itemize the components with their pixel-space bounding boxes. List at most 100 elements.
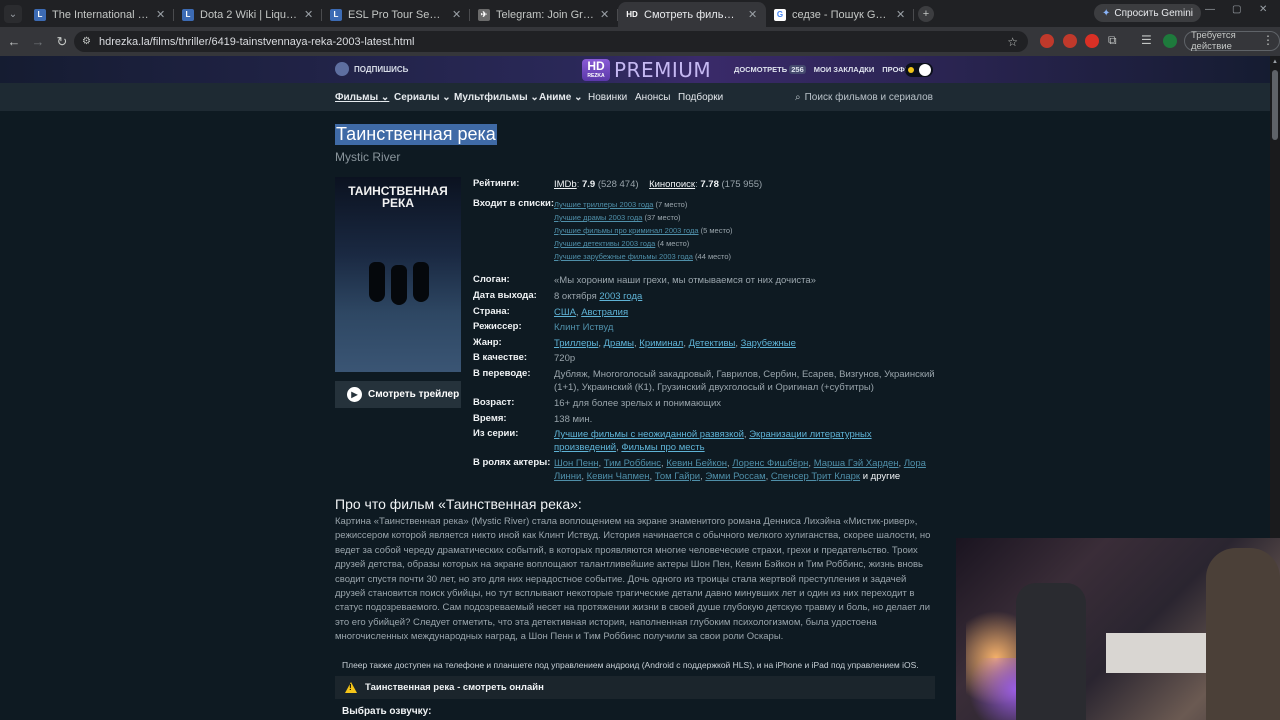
webcam-overlay [956,538,1280,720]
list-link[interactable]: Лучшие драмы 2003 года [554,213,642,222]
country-link[interactable]: Австралия [581,307,628,318]
genre-link[interactable]: Драмы [604,338,634,349]
tab-title: The International 2026 - Liquipedia [52,8,150,21]
original-title: Mystic River [335,150,401,164]
site-search[interactable]: ⌕ Поиск фильмов и сериалов [795,92,933,103]
genre-link[interactable]: Зарубежные [741,338,796,349]
site-logo[interactable]: HD REZKA PREMIUM [582,58,711,82]
subscribe-link[interactable]: ПОДПИШИСЬ [335,62,408,76]
reload-icon[interactable]: ↻ [50,34,74,50]
series-link[interactable]: Лучшие фильмы с неожиданной развязкой [554,429,744,440]
play-icon: ▶ [347,387,362,402]
list-item: Лучшие зарубежные фильмы 2003 года (44 м… [554,250,937,263]
tab-close-icon[interactable]: ✕ [896,8,906,21]
series-link[interactable]: Фильмы про месть [621,442,704,453]
release-year-link[interactable]: 2003 года [599,291,642,302]
bookmarks-link[interactable]: МОИ ЗАКЛАДКИ [814,65,875,74]
reading-list-icon[interactable]: ☰ [1141,33,1152,47]
address-bar[interactable]: ⚙ hdrezka.la/films/thriller/6419-tainstv… [74,31,1028,52]
nav-collections[interactable]: Подборки [678,92,723,103]
quality-label: В качестве: [473,352,528,363]
search-placeholder[interactable]: Поиск фильмов и сериалов [805,92,933,103]
maximize-icon[interactable]: ▢ [1232,4,1241,15]
browser-tab[interactable]: L The International 2026 - Liquipedia ✕ [26,2,174,27]
list-link[interactable]: Лучшие детективы 2003 года [554,239,655,248]
tab-close-icon[interactable]: ✕ [156,8,166,21]
list-link[interactable]: Лучшие фильмы про криминал 2003 года [554,226,699,235]
bookmark-star-icon[interactable]: ☆ [1007,35,1018,49]
main-nav: Фильмы ⌄ Сериалы ⌄ Мультфильмы ⌄ Аниме ⌄… [0,83,1270,111]
nav-new[interactable]: Новинки [588,92,627,103]
tab-favicon-icon: L [330,8,342,21]
theme-toggle[interactable] [905,63,933,77]
extension-icon-1[interactable] [1040,34,1054,48]
actor-link[interactable]: Кевин Чапмен [587,471,650,482]
tab-close-icon[interactable]: ✕ [452,8,462,21]
movie-poster[interactable]: ТАИНСТВЕННАЯ РЕКА [335,177,461,372]
genre-link[interactable]: Детективы [689,338,736,349]
genre-link[interactable]: Криминал [639,338,683,349]
nav-cartoons[interactable]: Мультфильмы ⌄ [454,92,539,103]
browser-tab[interactable]: HD Смотреть фильм Таинственная река ✕ [618,2,766,27]
minimize-icon[interactable]: — [1205,4,1215,15]
url-text[interactable]: hdrezka.la/films/thriller/6419-tainstven… [99,36,414,48]
close-window-icon[interactable]: ✕ [1259,4,1267,15]
browser-tab[interactable]: L Dota 2 Wiki | Liquipedia ✕ [174,2,322,27]
scrollbar-thumb[interactable] [1272,70,1278,140]
country-link[interactable]: США [554,307,576,318]
actor-link[interactable]: Лоренс Фишбёрн [732,458,808,469]
nav-anime[interactable]: Аниме ⌄ [539,92,583,103]
trailer-button[interactable]: ▶ Смотреть трейлер [335,381,461,408]
site-header: ПОДПИШИСЬ HD REZKA PREMIUM ДОСМОТРЕТЬ 25… [0,56,1270,83]
list-link[interactable]: Лучшие триллеры 2003 года [554,200,653,209]
nav-films[interactable]: Фильмы ⌄ [335,92,389,103]
actor-link[interactable]: Кевин Бейкон [666,458,727,469]
subscribe-icon [335,62,349,76]
actor-link[interactable]: Шон Пенн [554,458,598,469]
actors-values: Шон Пенн, Тим Роббинс, Кевин Бейкон, Лор… [554,458,926,482]
genre-link[interactable]: Триллеры [554,338,598,349]
tab-close-icon[interactable]: ✕ [304,8,314,21]
ask-gemini-button[interactable]: ✦ Спросить Gemini [1094,4,1201,22]
site-info-icon[interactable]: ⚙ [82,36,91,47]
new-tab-button[interactable]: + [918,6,934,22]
about-text: Картина «Таинственная река» (Mystic Rive… [335,516,931,643]
extension-icon-3[interactable] [1085,34,1099,48]
browser-tab[interactable]: Gседзе - Пошук Google ✕ [766,2,914,27]
actor-link[interactable]: Спенсер Трит Кларк [771,471,860,482]
warning-icon [345,682,357,693]
tab-title: седзе - Пошук Google [792,8,890,21]
watch-later-link[interactable]: ДОСМОТРЕТЬ 256 [734,65,806,74]
extension-icon-2[interactable] [1063,34,1077,48]
back-icon[interactable]: ← [2,34,26,49]
imdb-link[interactable]: IMDb [554,179,577,190]
browser-tab[interactable]: L ESL Pro Tour Season 2025/2026 ✕ [322,2,470,27]
profile-avatar-icon[interactable] [1163,34,1177,48]
actors-label: В ролях актеры: [473,457,551,468]
logo-premium-text: PREMIUM [614,58,712,82]
tab-close-icon[interactable]: ✕ [600,8,610,21]
extensions-puzzle-icon[interactable]: ⧉ [1108,33,1117,48]
tab-favicon-icon: L [34,8,46,21]
about-heading: Про что фильм «Таинственная река»: [335,496,582,512]
tab-close-icon[interactable]: ✕ [748,8,758,21]
trailer-label: Смотреть трейлер [368,389,460,400]
chevron-down-icon: ⌄ [574,92,583,103]
director-link[interactable]: Клинт Иствуд [554,322,613,333]
browser-tab[interactable]: ✈ Telegram: Join Group Chat ✕ [470,2,618,27]
actor-link[interactable]: Тим Роббинс [604,458,661,469]
actor-link[interactable]: Эмми Россам [705,471,765,482]
forward-icon[interactable]: → [26,34,50,49]
kinopoisk-link[interactable]: Кинопоиск [649,179,695,190]
browser-menu-icon[interactable]: ⋮ [1262,33,1274,47]
nav-announcements[interactable]: Анонсы [635,92,670,103]
list-link[interactable]: Лучшие зарубежные фильмы 2003 года [554,252,693,261]
nav-series[interactable]: Сериалы ⌄ [394,92,451,103]
tab-search-icon[interactable]: ⌄ [4,5,22,23]
actor-link[interactable]: Марша Гэй Харден [814,458,899,469]
actors-more: и другие [862,471,901,482]
age-text: для более зрелых и понимающих [572,398,722,409]
actor-link[interactable]: Том Гайри [655,471,700,482]
toggle-knob [919,64,931,76]
scroll-up-icon[interactable]: ▲ [1272,59,1278,65]
